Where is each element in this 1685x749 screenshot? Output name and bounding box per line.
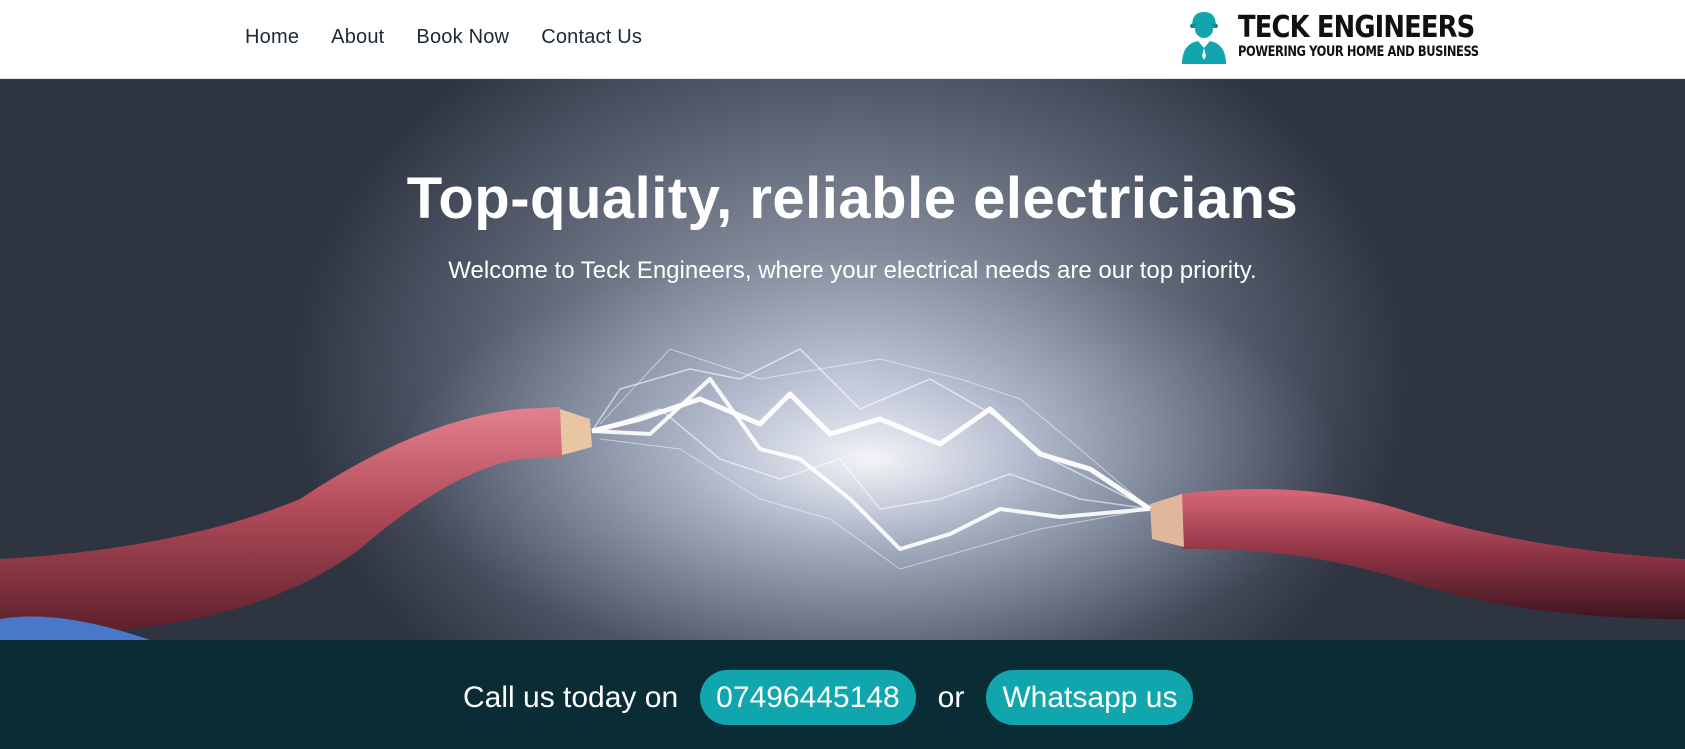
logo-text: TECK ENGINEERS POWERING YOUR HOME AND BU… [1238, 10, 1531, 61]
nav-home-link[interactable]: Home [245, 22, 299, 52]
nav-book-now-link[interactable]: Book Now [416, 22, 509, 52]
main-nav: Home About Book Now Contact Us [245, 22, 642, 52]
cta-or-text: or [937, 680, 965, 714]
logo-title: TECK ENGINEERS [1238, 10, 1475, 45]
cta-lead-text: Call us today on [463, 680, 679, 714]
nav-about-link[interactable]: About [331, 22, 384, 52]
hero-title: Top-quality, reliable electricians [406, 166, 1299, 231]
site-header: Home About Book Now Contact Us TECK ENGI… [0, 0, 1685, 79]
cta-row: Call us today on 07496445148 or Whatsapp… [463, 670, 1194, 725]
site-logo[interactable]: TECK ENGINEERS POWERING YOUR HOME AND BU… [1178, 8, 1531, 64]
nav-contact-us-link[interactable]: Contact Us [541, 22, 642, 52]
phone-number-button[interactable]: 07496445148 [700, 670, 916, 725]
hero-subtitle: Welcome to Teck Engineers, where your el… [448, 257, 1257, 284]
logo-subtitle: POWERING YOUR HOME AND BUSINESS [1238, 44, 1479, 60]
whatsapp-button[interactable]: Whatsapp us [986, 670, 1194, 725]
electrician-person-icon [1182, 12, 1226, 64]
electric-wires-image [0, 249, 1685, 640]
call-to-action-bar: Call us today on 07496445148 or Whatsapp… [0, 640, 1685, 749]
hero-banner: Top-quality, reliable electricians Welco… [0, 79, 1685, 640]
